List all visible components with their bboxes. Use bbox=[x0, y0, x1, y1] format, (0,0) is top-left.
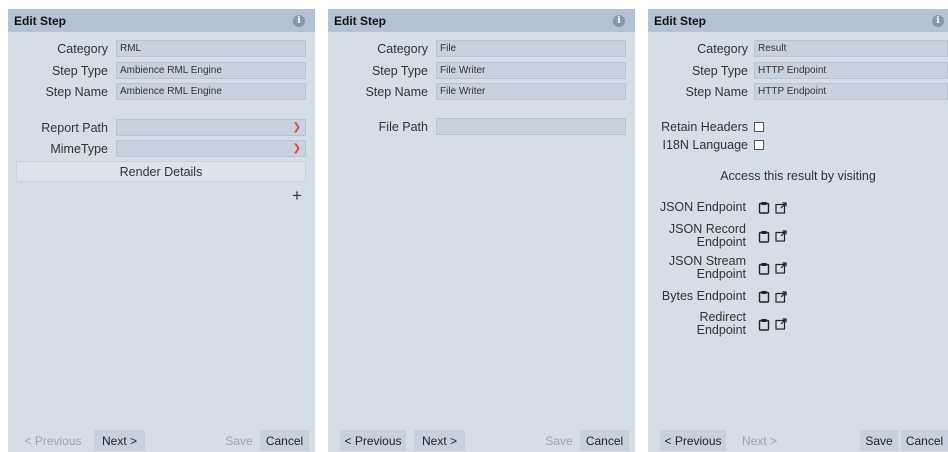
external-link-icon[interactable] bbox=[775, 262, 787, 274]
chevron-down-icon: ❯ bbox=[292, 122, 301, 133]
retain-headers-row: Retain Headers bbox=[648, 118, 764, 135]
info-icon[interactable]: i bbox=[932, 14, 944, 27]
json-stream-endpoint-row: JSON Stream Endpoint bbox=[648, 255, 787, 281]
cancel-button[interactable]: Cancel bbox=[580, 430, 629, 451]
step-type-label: Step Type bbox=[371, 63, 428, 78]
retain-headers-label: Retain Headers bbox=[661, 119, 748, 134]
step-name-field[interactable]: File Writer bbox=[436, 83, 626, 100]
external-link-icon[interactable] bbox=[775, 201, 787, 214]
json-record-endpoint-row: JSON Record Endpoint bbox=[648, 223, 787, 249]
panel-footer: < Previous Next > Save Cancel bbox=[8, 429, 315, 452]
next-button[interactable]: Next > bbox=[734, 430, 785, 451]
i18n-language-label: I18N Language bbox=[662, 137, 749, 152]
category-field[interactable]: RML bbox=[116, 40, 306, 57]
category-field[interactable]: File bbox=[436, 40, 626, 57]
chevron-down-icon: ❯ bbox=[292, 143, 301, 154]
step-type-row: Step Type Ambience RML Engine bbox=[8, 62, 306, 79]
next-button[interactable]: Next > bbox=[94, 430, 145, 451]
panel-title: Edit Step bbox=[334, 13, 387, 28]
panel-header: Edit Step i bbox=[8, 9, 315, 32]
step-name-label: Step Name bbox=[685, 84, 748, 99]
step-name-label: Step Name bbox=[45, 84, 108, 99]
file-path-label: File Path bbox=[378, 119, 428, 134]
step-type-field[interactable]: Ambience RML Engine bbox=[116, 62, 306, 79]
step-name-row: Step Name Ambience RML Engine bbox=[8, 83, 306, 100]
step-name-label: Step Name bbox=[365, 84, 428, 99]
mime-type-label: MimeType bbox=[50, 141, 108, 156]
category-row: Category RML bbox=[8, 40, 306, 57]
clipboard-icon[interactable] bbox=[758, 230, 770, 243]
previous-button[interactable]: < Previous bbox=[340, 430, 406, 451]
panel-title: Edit Step bbox=[654, 13, 707, 28]
i18n-language-checkbox[interactable] bbox=[754, 139, 764, 150]
report-path-select[interactable]: ❯ bbox=[116, 119, 306, 136]
step-type-field[interactable]: File Writer bbox=[436, 62, 626, 79]
edit-step-panel-rml: Edit Step i Category RML Step Type Ambie… bbox=[8, 9, 315, 452]
step-type-field[interactable]: HTTP Endpoint bbox=[754, 62, 948, 79]
step-name-field[interactable]: HTTP Endpoint bbox=[754, 83, 948, 100]
panel-title: Edit Step bbox=[14, 13, 67, 28]
info-icon[interactable]: i bbox=[293, 14, 305, 27]
category-row: Category File bbox=[328, 40, 626, 57]
render-details-button[interactable]: Render Details bbox=[16, 161, 306, 182]
redirect-endpoint-row: Redirect Endpoint bbox=[648, 311, 787, 337]
step-type-label: Step Type bbox=[51, 63, 108, 78]
file-path-row: File Path bbox=[328, 118, 626, 135]
report-path-label: Report Path bbox=[41, 120, 108, 135]
step-type-row: Step Type HTTP Endpoint bbox=[648, 62, 948, 79]
save-button[interactable]: Save bbox=[221, 430, 257, 451]
category-label: Category bbox=[697, 41, 748, 56]
cancel-button[interactable]: Cancel bbox=[901, 430, 948, 451]
step-type-row: Step Type File Writer bbox=[328, 62, 626, 79]
previous-button[interactable]: < Previous bbox=[660, 430, 726, 451]
category-row: Category Result bbox=[648, 40, 948, 57]
mime-type-row: MimeType ❯ bbox=[8, 140, 306, 157]
clipboard-icon[interactable] bbox=[758, 201, 770, 214]
access-note: Access this result by visiting bbox=[720, 169, 876, 183]
i18n-language-row: I18N Language bbox=[648, 136, 764, 153]
external-link-icon[interactable] bbox=[775, 290, 787, 303]
step-type-label: Step Type bbox=[691, 63, 748, 78]
file-path-field[interactable] bbox=[436, 118, 626, 135]
bytes-endpoint-row: Bytes Endpoint bbox=[648, 290, 787, 303]
category-label: Category bbox=[57, 41, 108, 56]
endpoint-label: JSON Record Endpoint bbox=[668, 222, 746, 249]
save-button[interactable]: Save bbox=[541, 430, 577, 451]
save-button[interactable]: Save bbox=[860, 430, 898, 451]
external-link-icon[interactable] bbox=[775, 318, 787, 330]
add-icon[interactable]: + bbox=[292, 187, 302, 204]
next-button[interactable]: Next > bbox=[414, 430, 465, 451]
category-label: Category bbox=[377, 41, 428, 56]
report-path-row: Report Path ❯ bbox=[8, 119, 306, 136]
panel-footer: < Previous Next > Save Cancel bbox=[648, 429, 948, 452]
step-name-row: Step Name File Writer bbox=[328, 83, 626, 100]
info-icon[interactable]: i bbox=[613, 14, 625, 27]
cancel-button[interactable]: Cancel bbox=[260, 430, 309, 451]
panel-header: Edit Step i bbox=[648, 9, 948, 32]
endpoint-label: JSON Stream Endpoint bbox=[668, 254, 746, 281]
json-endpoint-row: JSON Endpoint bbox=[648, 201, 787, 214]
edit-step-panel-result: Edit Step i Category Result Step Type HT… bbox=[648, 9, 948, 452]
step-name-row: Step Name HTTP Endpoint bbox=[648, 83, 948, 100]
retain-headers-checkbox[interactable] bbox=[754, 121, 764, 132]
clipboard-icon[interactable] bbox=[758, 290, 770, 303]
previous-button[interactable]: < Previous bbox=[20, 430, 86, 451]
clipboard-icon[interactable] bbox=[758, 318, 770, 331]
endpoint-label: Redirect Endpoint bbox=[696, 310, 746, 337]
edit-step-panel-file: Edit Step i Category File Step Type File… bbox=[328, 9, 635, 452]
panel-header: Edit Step i bbox=[328, 9, 635, 32]
endpoint-label: JSON Endpoint bbox=[659, 200, 746, 214]
category-field[interactable]: Result bbox=[754, 40, 948, 57]
endpoint-label: Bytes Endpoint bbox=[661, 289, 746, 303]
clipboard-icon[interactable] bbox=[758, 262, 770, 275]
mime-type-select[interactable]: ❯ bbox=[116, 140, 306, 157]
panel-footer: < Previous Next > Save Cancel bbox=[328, 429, 635, 452]
step-name-field[interactable]: Ambience RML Engine bbox=[116, 83, 306, 100]
external-link-icon[interactable] bbox=[775, 230, 787, 242]
